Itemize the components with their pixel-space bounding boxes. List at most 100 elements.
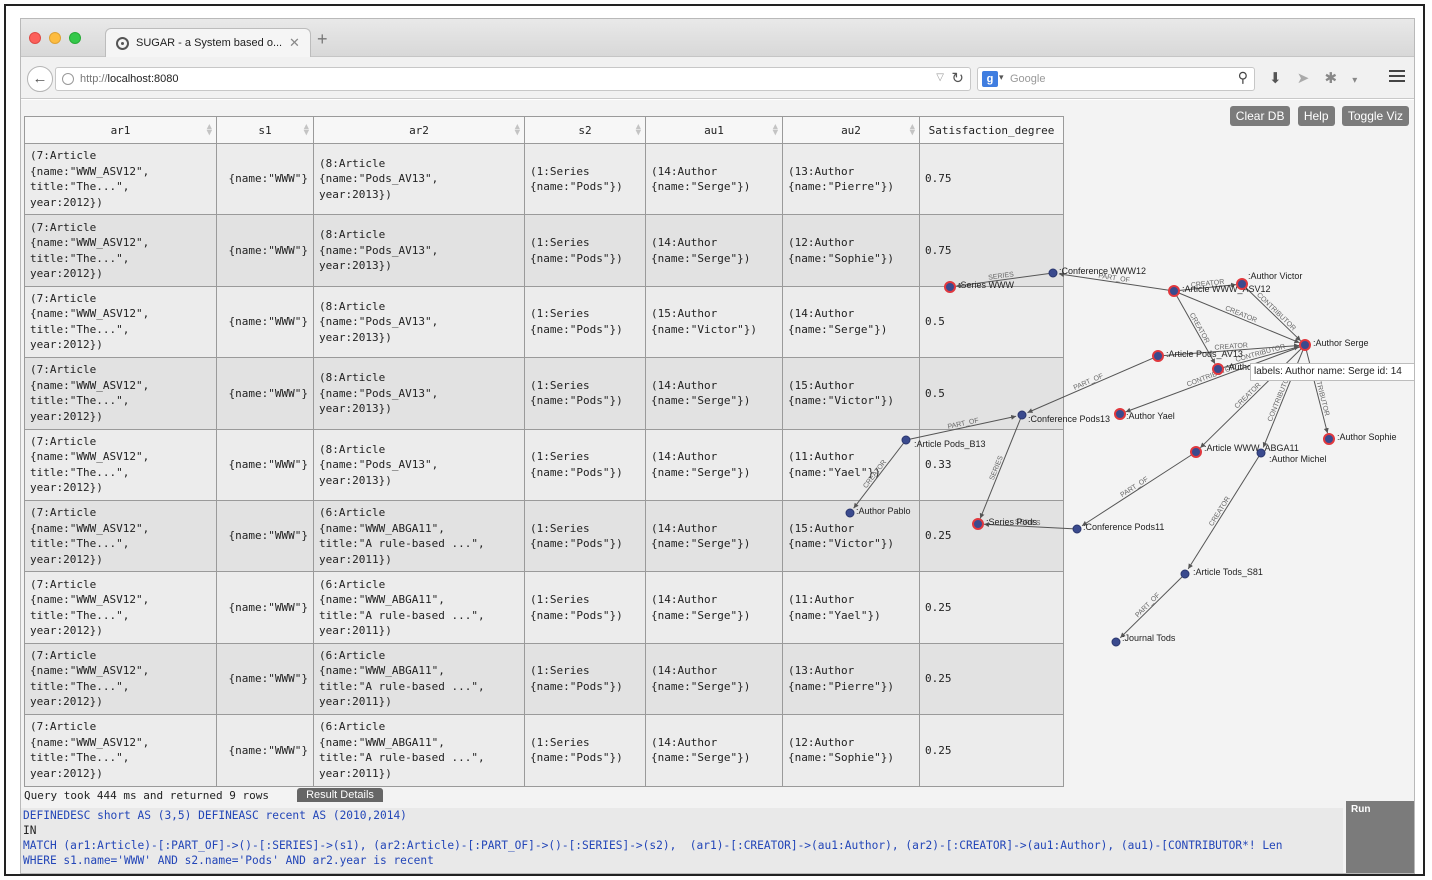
graph-node[interactable] — [1168, 285, 1180, 297]
table-cell-s1: {name:"WWW"} — [216, 714, 314, 787]
extension-dropdown-icon[interactable]: ▾ — [1352, 75, 1357, 86]
graph-node[interactable] — [1256, 448, 1266, 458]
table-cell-s2: (1:Series {name:"Pods"}) — [524, 285, 646, 359]
table-cell-s1: {name:"WWW"} — [216, 428, 314, 501]
graph-node-label: :Article WWW_ASV12 — [1182, 284, 1271, 294]
table-cell-au1: (14:Author {name:"Serge"}) — [645, 499, 783, 573]
table-cell-au1: (14:Author {name:"Serge"}) — [645, 142, 783, 216]
back-button[interactable]: ← — [27, 66, 53, 92]
column-header-au1[interactable]: au1 ▲ ▼ — [645, 116, 783, 144]
sort-icon[interactable]: ▲ ▼ — [636, 123, 641, 138]
column-header-s1[interactable]: s1 ▲ ▼ — [216, 116, 314, 144]
tab-close-icon[interactable]: ✕ — [289, 35, 300, 51]
clear-db-button[interactable]: Clear DB — [1229, 106, 1291, 126]
graph-node[interactable] — [1299, 339, 1311, 351]
graph-node[interactable] — [1190, 446, 1202, 458]
graph-node[interactable] — [1236, 278, 1248, 290]
engine-dropdown-icon[interactable]: ▾ — [999, 72, 1004, 83]
graph-node[interactable] — [1072, 524, 1082, 534]
minimize-window-button[interactable] — [49, 32, 61, 44]
help-button[interactable]: Help — [1297, 106, 1335, 126]
graph-node[interactable] — [1212, 363, 1224, 375]
table-cell-satisfaction: 0.25 — [919, 714, 1064, 787]
sort-icon[interactable]: ▲ ▼ — [515, 123, 520, 138]
graph-node[interactable] — [972, 518, 984, 530]
column-header-satisfaction[interactable]: Satisfaction_degree — [919, 116, 1064, 144]
graph-node-label: :Author Victor — [1248, 271, 1302, 281]
column-header-s2[interactable]: s2 ▲ ▼ — [524, 116, 646, 144]
search-engine-icon[interactable]: g — [982, 71, 998, 87]
close-window-button[interactable] — [29, 32, 41, 44]
graph-node[interactable] — [845, 508, 855, 518]
favicon-icon — [116, 37, 129, 50]
table-cell-ar1: (7:Article {name:"WWW_ASV12", title:"The… — [24, 285, 217, 359]
table-cell-s2: (1:Series {name:"Pods"}) — [524, 214, 646, 287]
search-icon[interactable]: ⚲ — [1238, 69, 1248, 86]
table-cell-s2: (1:Series {name:"Pods"}) — [524, 357, 646, 430]
query-editor[interactable]: DEFINEDESC short AS (3,5) DEFINEASC rece… — [21, 808, 1343, 873]
graph-edge-label: PART_OF — [1134, 592, 1161, 619]
graph-node[interactable] — [1048, 268, 1058, 278]
graph-node-label: :Article Tods_S81 — [1193, 567, 1263, 577]
graph-node[interactable] — [1114, 408, 1126, 420]
graph-node-label: :Author Michel — [1269, 454, 1327, 464]
table-cell-s1: {name:"WWW"} — [216, 142, 314, 216]
download-icon[interactable]: ⬇ — [1269, 69, 1282, 87]
column-header-label: ar1 — [110, 123, 131, 137]
url-prefix: http:// — [80, 73, 108, 85]
graph-edge — [1187, 452, 1262, 570]
query-line-3: MATCH (ar1:Article)-[:PART_OF]->()-[:SER… — [23, 839, 1283, 852]
table-cell-au1: (15:Author {name:"Victor"}) — [645, 285, 783, 359]
table-row: (7:Article {name:"WWW_ASV12", title:"The… — [24, 571, 1064, 644]
globe-icon — [62, 73, 74, 85]
table-cell-ar1: (7:Article {name:"WWW_ASV12", title:"The… — [24, 714, 217, 787]
reload-icon[interactable]: ↻ — [951, 69, 964, 87]
column-header-ar1[interactable]: ar1 ▲ ▼ — [24, 116, 217, 144]
column-header-au2[interactable]: au2 ▲ ▼ — [782, 116, 920, 144]
app-content: ar1 ▲ ▼ s1 ▲ ▼ ar2 ▲ ▼ s2 ▲ ▼ au1 ▲ ▼ au2 ▲ ▼ Satisfaction… — [21, 100, 1414, 873]
table-cell-s2: (1:Series {name:"Pods"}) — [524, 499, 646, 573]
table-cell-ar2: (6:Article {name:"WWW_ABGA11", title:"A … — [313, 642, 525, 716]
graph-edge-label: CREATOR — [1224, 305, 1258, 324]
sort-icon[interactable]: ▲ ▼ — [773, 123, 778, 138]
graph-node-label: :Article Pods_B13 — [914, 439, 986, 449]
table-row: (7:Article {name:"WWW_ASV12", title:"The… — [24, 642, 1064, 716]
graph-node[interactable] — [1180, 569, 1190, 579]
column-header-ar2[interactable]: ar2 ▲ ▼ — [313, 116, 525, 144]
url-dropdown-icon[interactable]: ▽ — [936, 72, 944, 83]
graph-edge-label: PART_OF — [1073, 373, 1105, 392]
query-status: Query took 444 ms and returned 9 rows — [24, 789, 270, 802]
graph-node[interactable] — [1323, 433, 1335, 445]
sort-icon[interactable]: ▲ ▼ — [304, 123, 309, 138]
sort-icon[interactable]: ▲ ▼ — [910, 123, 915, 138]
run-button[interactable]: Run — [1346, 801, 1414, 873]
graph-node-label: :Journal Tods — [1122, 633, 1176, 643]
extension-icon[interactable]: ✱ — [1325, 69, 1338, 87]
query-line-4: WHERE s1.name='WWW' AND s2.name='Pods' A… — [23, 854, 434, 867]
graph-node[interactable] — [1111, 637, 1121, 647]
search-bar[interactable]: g ▾ Google ⚲ — [977, 67, 1255, 91]
new-tab-button[interactable]: + — [317, 30, 328, 48]
address-bar[interactable]: http://localhost:8080 ▽ ↻ — [55, 67, 971, 91]
table-cell-ar1: (7:Article {name:"WWW_ASV12", title:"The… — [24, 214, 217, 287]
hamburger-menu-icon[interactable] — [1389, 70, 1405, 84]
send-icon[interactable]: ➤ — [1297, 69, 1310, 87]
result-details-button[interactable]: Result Details — [297, 788, 383, 802]
graph-node[interactable] — [1152, 350, 1164, 362]
graph-edge — [1262, 344, 1306, 448]
table-cell-satisfaction: 0.75 — [919, 142, 1064, 216]
graph-node-label: :Author Pablo — [856, 506, 911, 516]
table-cell-au1: (14:Author {name:"Serge"}) — [645, 428, 783, 501]
tab-sugar[interactable]: SUGAR - a System based o... ✕ — [105, 28, 311, 58]
sort-icon[interactable]: ▲ ▼ — [207, 123, 212, 138]
graph-edge — [1304, 344, 1329, 434]
table-cell-au2: (12:Author {name:"Sophie"}) — [782, 214, 920, 287]
graph-edge — [1173, 290, 1300, 344]
toggle-viz-button[interactable]: Toggle Viz — [1341, 106, 1409, 126]
screenshot-frame: SUGAR - a System based o... ✕ + ← http:/… — [4, 4, 1425, 876]
zoom-window-button[interactable] — [69, 32, 81, 44]
graph-node[interactable] — [901, 435, 911, 445]
graph-node[interactable] — [1017, 410, 1027, 420]
graph-node[interactable] — [944, 281, 956, 293]
table-cell-ar2: (6:Article {name:"WWW_ABGA11", title:"A … — [313, 714, 525, 787]
